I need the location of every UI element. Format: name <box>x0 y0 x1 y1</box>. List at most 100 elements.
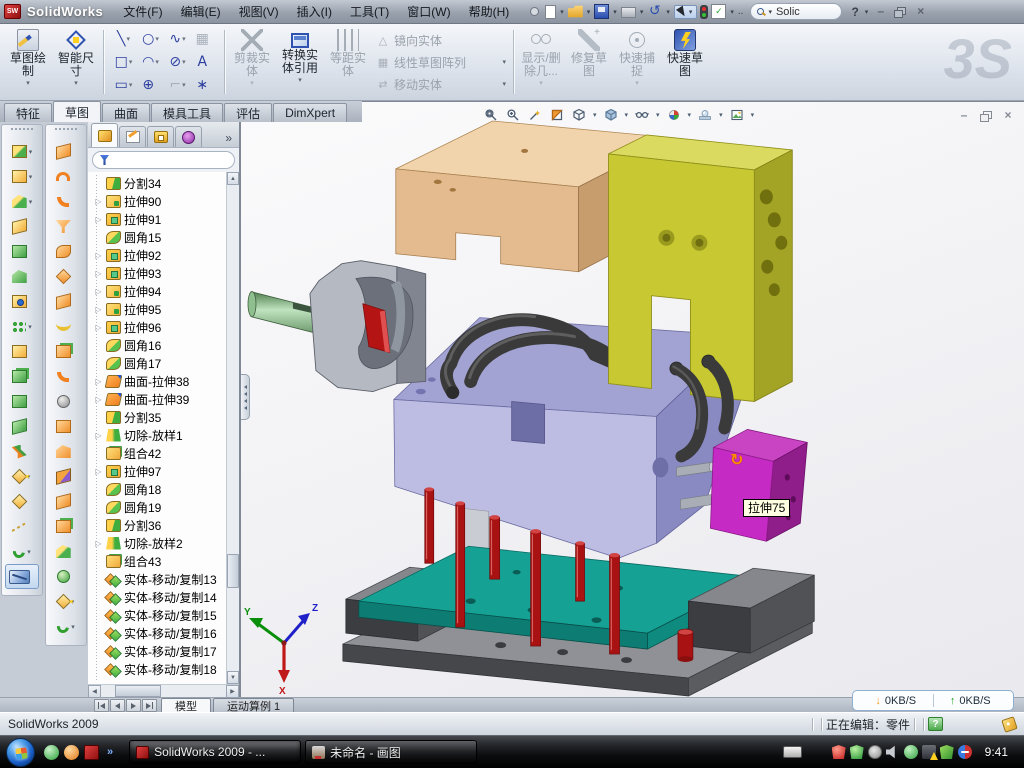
view-orientation-icon[interactable] <box>571 107 587 123</box>
close-button[interactable]: × <box>912 4 929 19</box>
tree-item[interactable]: 拉伸97 <box>91 462 226 480</box>
expand-arrow-icon[interactable] <box>94 539 103 548</box>
keyboard-layout[interactable] <box>783 746 802 758</box>
tree-item[interactable]: 实体-移动/复制16 <box>91 624 226 642</box>
rib[interactable]: ▾ <box>2 339 42 364</box>
rebuild-icon[interactable] <box>700 5 708 19</box>
expand-arrow-icon[interactable] <box>94 395 103 404</box>
tree-item[interactable]: 圆角16 <box>91 336 226 354</box>
toolbar-overflow[interactable]: .. <box>738 6 744 17</box>
search-input[interactable]: Solic <box>776 6 800 18</box>
undercut-analysis[interactable]: ▾ <box>46 189 86 214</box>
new-document-button[interactable] <box>545 5 556 19</box>
curves[interactable]: ▾ <box>46 614 86 639</box>
scale[interactable]: ▾ <box>46 264 86 289</box>
revolved-boss[interactable]: ▾ <box>2 164 42 189</box>
tree-item[interactable]: 分割34 <box>91 174 226 192</box>
restore-button[interactable] <box>892 4 909 19</box>
previous-view-icon[interactable] <box>527 107 543 123</box>
line[interactable]: ╲▾ <box>117 31 130 47</box>
quick-launch-overflow[interactable]: » <box>107 746 113 758</box>
move-entities[interactable]: 移动实体 ▾ <box>376 76 506 93</box>
panel-overflow-button[interactable]: » <box>225 131 236 147</box>
draft[interactable]: ▾ <box>46 214 86 239</box>
tree-vertical-scrollbar[interactable]: ▲ ▼ <box>226 172 239 684</box>
draft-analysis[interactable]: ▾ <box>46 164 86 189</box>
expand-arrow-icon[interactable] <box>94 467 103 476</box>
parting-surfaces[interactable]: ▾ <box>46 339 86 364</box>
tree-item[interactable]: 拉伸94 <box>91 282 226 300</box>
windows-update[interactable] <box>868 745 882 759</box>
part-sprue-bushing[interactable] <box>248 261 426 392</box>
menu-item[interactable]: 工具(T) <box>342 0 397 23</box>
tab-mold-tools[interactable]: 模具工具 <box>151 103 223 122</box>
expand-arrow-icon[interactable] <box>94 269 103 278</box>
tree-item[interactable]: 圆角19 <box>91 498 226 516</box>
curves[interactable]: ▾ <box>2 539 42 564</box>
mold-base[interactable]: ▾ <box>46 439 86 464</box>
tree-item[interactable]: 实体-移动/复制15 <box>91 606 226 624</box>
tree-item[interactable]: 曲面-拉伸38 <box>91 372 226 390</box>
feature-filter-input[interactable] <box>114 154 227 166</box>
section-view-icon[interactable] <box>549 107 565 123</box>
menu-item[interactable]: 窗口(W) <box>399 0 458 23</box>
display-delete-relations[interactable]: 显示/删除几... ▾ <box>517 26 565 98</box>
tooling-split[interactable]: ▾ <box>46 364 86 389</box>
move-copy-body[interactable]: ▾ <box>2 439 42 464</box>
propertymanager-tab[interactable] <box>119 126 146 147</box>
linear-sketch-pattern[interactable]: 线性草图阵列 ▾ <box>376 54 506 71</box>
search-box[interactable]: ▾ Solic <box>750 3 842 20</box>
rapid-sketch[interactable]: 快速草图 ▾ <box>661 26 709 98</box>
expand-arrow-icon[interactable] <box>94 287 103 296</box>
expand-arrow-icon[interactable] <box>94 431 103 440</box>
edit-appearance-icon[interactable] <box>666 107 682 123</box>
tree-horizontal-scrollbar[interactable]: ◀ ▶ <box>88 684 239 697</box>
hide-show-items-icon[interactable] <box>634 107 650 123</box>
security-alert[interactable] <box>832 745 846 759</box>
task-paint[interactable]: 未命名 - 画图 <box>305 740 477 764</box>
antivirus[interactable] <box>850 745 864 759</box>
tab-dimxpert[interactable]: DimXpert <box>273 103 347 122</box>
expand-arrow-icon[interactable] <box>94 251 103 260</box>
tree-item[interactable]: 实体-移动/复制18 <box>91 660 226 678</box>
part-slide-block[interactable] <box>710 429 807 541</box>
ejector[interactable]: ▾ <box>46 464 86 489</box>
save-button[interactable] <box>594 4 609 19</box>
shell[interactable]: ▾ <box>2 389 42 414</box>
zoom-to-area-icon[interactable] <box>505 107 521 123</box>
volume[interactable] <box>886 745 900 759</box>
text[interactable]: A▾ <box>197 54 211 70</box>
scroll-thumb[interactable] <box>227 554 239 588</box>
straight-slot[interactable]: ▭▾ <box>115 77 133 93</box>
smart-dimension[interactable]: 智能尺寸 ▾ <box>52 26 100 98</box>
expand-arrow-icon[interactable] <box>94 377 103 386</box>
prev-tab-button[interactable] <box>110 699 125 712</box>
ellipse[interactable]: ⊘▾ <box>169 54 185 70</box>
tree-item[interactable]: 圆角15 <box>91 228 226 246</box>
part-cavity-block[interactable] <box>394 318 742 559</box>
menu-item[interactable]: 视图(V) <box>231 0 287 23</box>
circle[interactable]: ○▾ <box>142 31 159 47</box>
shut-off-surfaces[interactable]: ▾ <box>46 314 86 339</box>
start-button[interactable] <box>6 738 35 767</box>
scroll-down-icon[interactable]: ▼ <box>227 671 239 684</box>
lofted-boss[interactable]: ▾ <box>2 214 42 239</box>
sketch-fillet[interactable]: ⌐▾ <box>169 77 185 93</box>
repair-sketch[interactable]: 修复草图 ▾ <box>565 26 613 98</box>
doc-minimize-button[interactable]: – <box>956 109 972 123</box>
tree-item[interactable]: 实体-移动/复制17 <box>91 642 226 660</box>
trim-entities[interactable]: 剪裁实体 ▾ <box>228 26 276 98</box>
spline[interactable]: ∿▾ <box>169 31 185 47</box>
tree-item[interactable]: 拉伸90 <box>91 192 226 210</box>
part-stop-pin[interactable] <box>678 629 693 662</box>
first-tab-button[interactable] <box>94 699 109 712</box>
view-settings-icon[interactable] <box>729 107 745 123</box>
help-button[interactable]: ? <box>849 5 860 19</box>
status-help-icon[interactable]: ? <box>928 717 943 731</box>
app-launcher[interactable] <box>64 745 79 760</box>
cavity[interactable]: ▾ <box>46 414 86 439</box>
tab-evaluate[interactable]: 评估 <box>224 103 272 122</box>
insert-mold-folders[interactable]: ▾ <box>46 139 86 164</box>
open-button[interactable] <box>568 4 583 19</box>
graphics-viewport[interactable]: ▾ ▾ ▾ ▾ ▾ ▾ – × Y Z X <box>240 101 1024 697</box>
